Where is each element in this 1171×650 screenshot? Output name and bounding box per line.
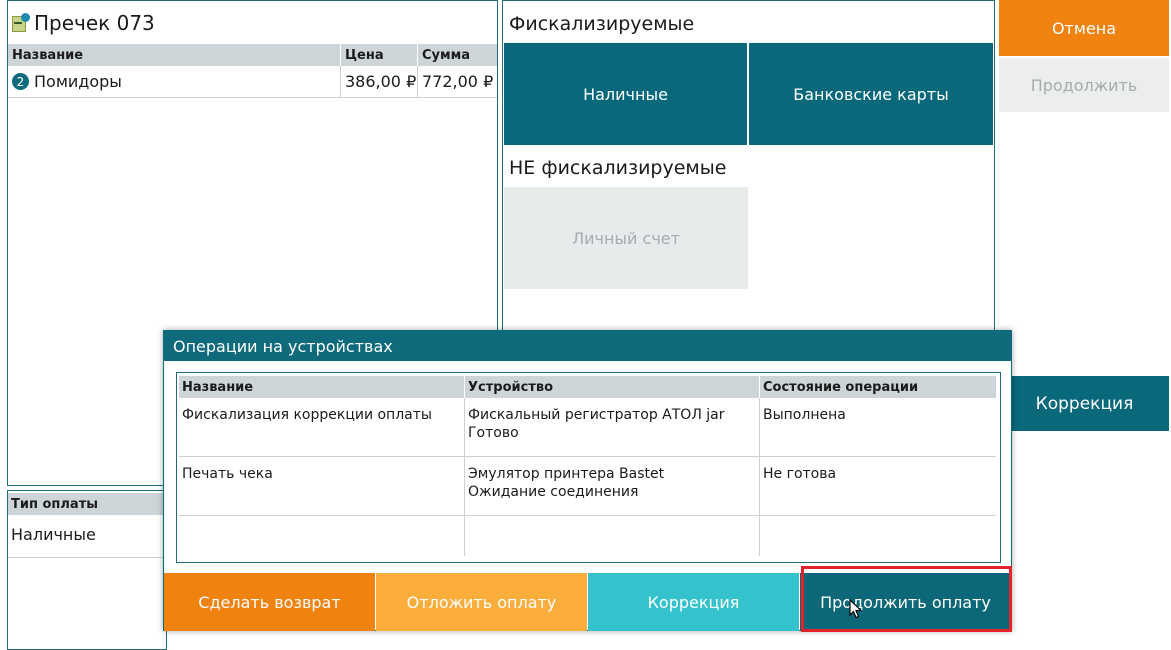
- quantity-badge: 2: [12, 73, 29, 90]
- postpone-payment-button[interactable]: Отложить оплату: [376, 573, 587, 631]
- table-row[interactable]: Печать чека Эмулятор принтера Bastet Ожи…: [179, 457, 996, 516]
- receipt-table-header: Название Цена Сумма: [8, 44, 497, 66]
- receipt-header: Пречек 073: [10, 9, 155, 37]
- bank-cards-button[interactable]: Банковские карты: [749, 43, 993, 145]
- payment-type-header: Тип оплаты: [8, 493, 166, 515]
- empty-row: [179, 516, 996, 556]
- operation-device: Эмулятор принтера Bastet: [468, 466, 665, 482]
- receipt-title: Пречек 073: [34, 11, 155, 35]
- nonfiscal-section-title: НЕ фискализируемые: [509, 157, 727, 179]
- column-sum: Сумма: [422, 47, 471, 63]
- highlight-frame: [801, 566, 1012, 632]
- fiscal-section-title: Фискализируемые: [509, 13, 695, 35]
- make-return-button[interactable]: Сделать возврат: [164, 573, 375, 631]
- table-row[interactable]: 2 Помидоры 386,00 ₽ 772,00 ₽: [8, 66, 497, 98]
- table-row[interactable]: Фискализация коррекции оплаты Фискальный…: [179, 398, 996, 457]
- column-name: Название: [8, 44, 341, 66]
- personal-account-button[interactable]: Личный счет: [504, 187, 748, 289]
- correction-button[interactable]: Коррекция: [1000, 376, 1169, 431]
- operation-device-status: Готово: [468, 425, 519, 441]
- operation-name: Фискализация коррекции оплаты: [179, 398, 465, 456]
- operations-table: Название Устройство Состояние операции Ф…: [176, 372, 1001, 563]
- payment-type-value: Наличные: [11, 525, 96, 544]
- column-device: Устройство: [465, 376, 760, 398]
- operation-status: Выполнена: [763, 407, 846, 423]
- continue-button[interactable]: Продолжить: [999, 58, 1169, 112]
- receipt-icon: [10, 13, 30, 33]
- payment-type-panel: Тип оплаты Наличные: [7, 490, 167, 650]
- item-name: Помидоры: [34, 72, 122, 91]
- cancel-button[interactable]: Отмена: [999, 0, 1169, 56]
- item-sum: 772,00 ₽: [422, 72, 494, 91]
- operation-device: Фискальный регистратор АТОЛ jar: [468, 407, 725, 423]
- column-status: Состояние операции: [763, 379, 919, 395]
- divider: [8, 557, 166, 558]
- payment-methods-panel: Фискализируемые Наличные Банковские карт…: [502, 0, 995, 340]
- operation-device-cell: Фискальный регистратор АТОЛ jar Готово: [465, 398, 760, 456]
- column-operation-name: Название: [179, 376, 465, 398]
- item-name-cell: 2 Помидоры: [8, 66, 341, 97]
- operation-name: Печать чека: [179, 457, 465, 515]
- column-price: Цена: [341, 44, 418, 66]
- operations-table-header: Название Устройство Состояние операции: [179, 376, 996, 398]
- operation-device-cell: Эмулятор принтера Bastet Ожидание соедин…: [465, 457, 760, 515]
- mouse-cursor-icon: [849, 599, 863, 619]
- operation-device-status: Ожидание соединения: [468, 484, 639, 500]
- cash-button[interactable]: Наличные: [504, 43, 747, 145]
- correction-dialog-button[interactable]: Коррекция: [588, 573, 799, 631]
- operation-status: Не готова: [763, 466, 837, 482]
- dialog-title: Операции на устройствах: [164, 331, 1011, 361]
- item-price: 386,00 ₽: [341, 66, 418, 97]
